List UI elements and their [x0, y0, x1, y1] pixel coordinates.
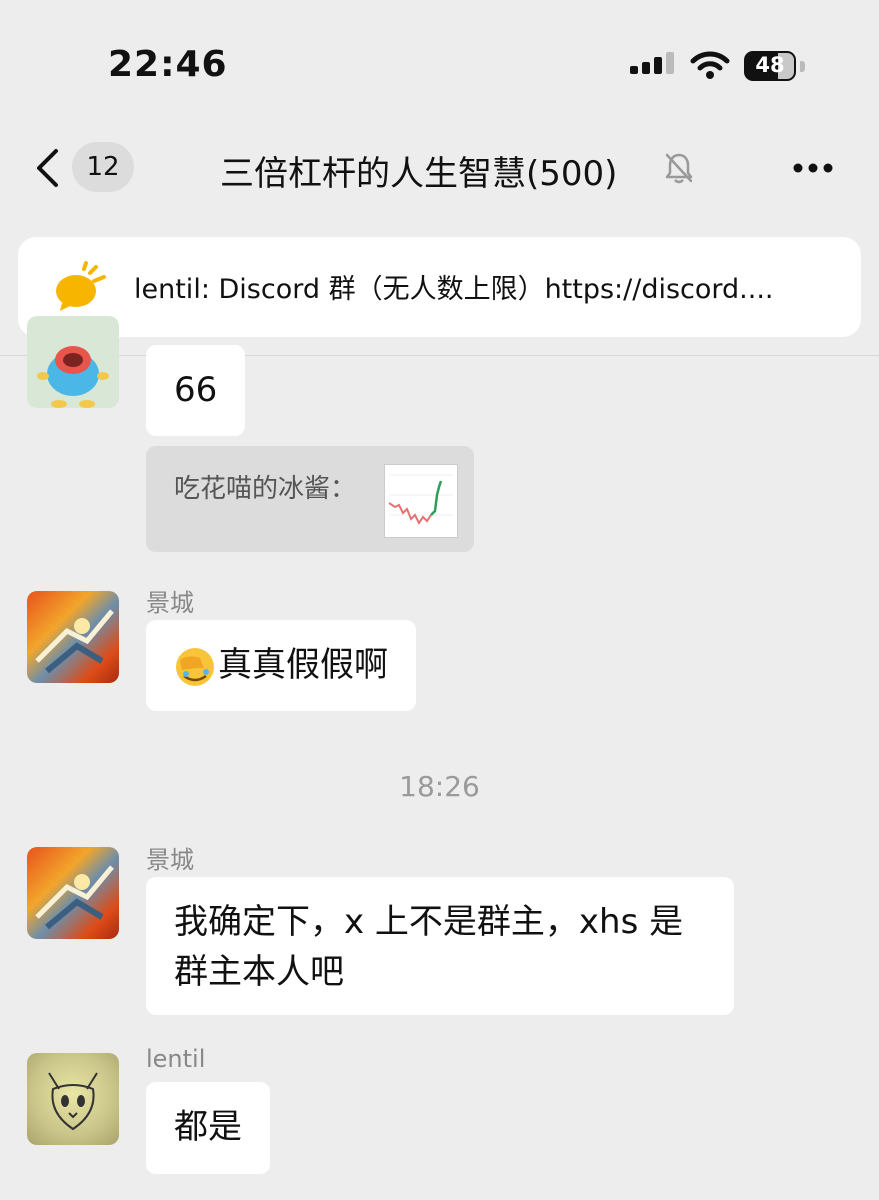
speech-bubble-icon: [56, 261, 106, 311]
pinned-message-text: lentil: Discord 群（无人数上限）https://discord.…: [134, 274, 774, 305]
time-divider: 18:26: [399, 770, 480, 803]
cartoon-avatar-image: [37, 346, 109, 408]
chat-header: 12 三倍杠杆的人生智慧(500): [0, 130, 879, 210]
sketch-avatar-image: [48, 1072, 98, 1131]
chart-thumbnail-image[interactable]: [384, 464, 458, 538]
sender-name: 景城: [146, 846, 194, 874]
stock-chart-icon: [388, 474, 453, 525]
avatar[interactable]: [27, 1053, 119, 1145]
message-bubble[interactable]: 都是: [146, 1082, 270, 1174]
message-text: 66: [174, 370, 218, 410]
avatar[interactable]: [27, 847, 119, 939]
message-text-line-2: 群主本人吧: [174, 952, 344, 992]
cellular-signal-icon: [630, 52, 674, 74]
sender-name: lentil: [146, 1045, 206, 1073]
status-time: 22:46: [108, 44, 228, 85]
more-dots-icon[interactable]: [792, 162, 834, 174]
header-divider: [0, 355, 879, 356]
quoted-reply[interactable]: 吃花喵的冰酱：: [146, 446, 474, 552]
wifi-icon: [690, 51, 730, 79]
avatar[interactable]: [27, 591, 119, 683]
avatar[interactable]: [27, 316, 119, 408]
chevron-left-icon[interactable]: [34, 148, 60, 188]
message-text: 真真假假啊: [218, 645, 388, 685]
painting-avatar-image: [35, 609, 114, 674]
quoted-reply-text: 吃花喵的冰酱：: [174, 474, 357, 504]
chat-title: 三倍杠杆的人生智慧(500): [220, 154, 618, 194]
facepalm-emoji-icon: [176, 647, 214, 686]
battery-icon: 48: [744, 51, 796, 81]
status-bar: 22:46 48: [0, 0, 879, 120]
sender-name: 景城: [146, 589, 194, 617]
message-bubble[interactable]: 66: [146, 345, 246, 436]
bell-slash-icon: [665, 153, 693, 184]
message-text-line-1: 我确定下，x 上不是群主，xhs 是: [174, 902, 684, 942]
message-bubble[interactable]: 真真假假啊: [146, 620, 416, 711]
unread-count-badge[interactable]: 12: [72, 142, 134, 192]
message-bubble[interactable]: 我确定下，x 上不是群主，xhs 是 群主本人吧: [146, 877, 734, 1015]
message-text: 都是: [174, 1107, 242, 1147]
battery-tip: [800, 61, 805, 72]
pinned-message[interactable]: lentil: Discord 群（无人数上限）https://discord.…: [18, 237, 861, 337]
battery-level: 48: [755, 53, 785, 77]
painting-avatar-image: [35, 865, 114, 930]
